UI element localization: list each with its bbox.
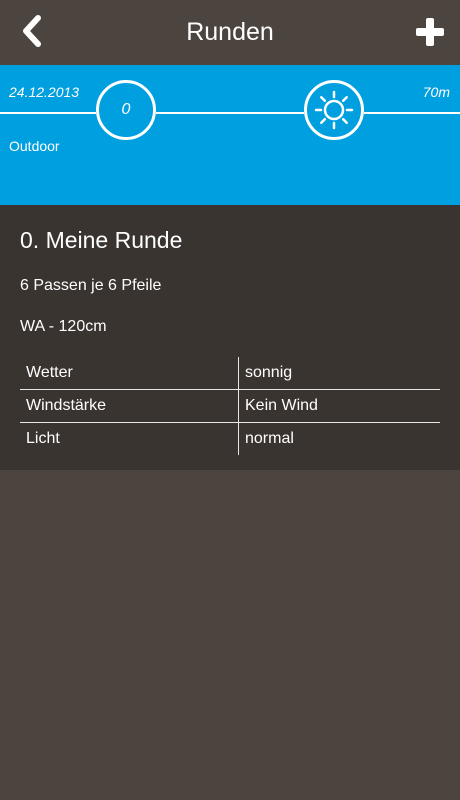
- nav-bar: Runden: [0, 0, 460, 65]
- round-date: 24.12.2013: [9, 84, 80, 100]
- round-arrows-info: 6 Passen je 6 Pfeile: [20, 277, 162, 294]
- round-summary-banner: 24.12.2013 Outdoor 0 70m: [0, 65, 460, 205]
- property-label: Wetter: [20, 357, 239, 390]
- property-label: Licht: [20, 422, 239, 455]
- property-value: sonnig: [238, 357, 440, 390]
- round-card[interactable]: 0. Meine Runde 6 Passen je 6 Pfeile WA -…: [0, 205, 460, 470]
- property-value: normal: [245, 430, 294, 447]
- weather-button[interactable]: [304, 80, 364, 140]
- page-title: Runden: [186, 18, 274, 46]
- property-value: Kein Wind: [238, 389, 440, 423]
- add-round-button[interactable]: [410, 12, 450, 52]
- banner-divider-line: [364, 112, 460, 114]
- sun-icon: [314, 90, 354, 130]
- table-row: Windstärke Kein Wind: [20, 389, 440, 423]
- table-row: Licht normal: [20, 422, 440, 455]
- round-properties-table: Wetter sonnig Windstärke Kein Wind Licht…: [20, 357, 440, 455]
- property-label: Windstärke: [20, 389, 239, 423]
- plus-icon: [416, 18, 444, 46]
- round-location: Outdoor: [9, 138, 60, 154]
- banner-divider-line: [156, 112, 304, 114]
- round-target-info: WA - 120cm: [20, 318, 107, 335]
- round-title: 0. Meine Runde: [20, 227, 183, 253]
- table-row: Wetter sonnig: [20, 357, 440, 390]
- round-distance: 70m: [422, 84, 450, 100]
- round-count-badge: 0: [96, 80, 156, 140]
- banner-divider-line: [0, 112, 96, 114]
